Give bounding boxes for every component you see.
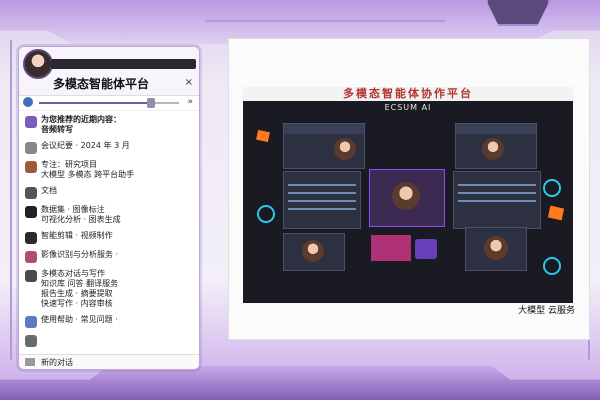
list-item[interactable]: 使用帮助 · 常见问题 · [25,315,193,328]
avatar[interactable] [23,49,53,79]
face-thumbnail [484,236,508,260]
chat-list: 为您推荐的近期内容： 音频转写会议纪要 · 2024 年 3 月专注：研究项目 … [19,111,199,347]
chat-panel: 多模态智能体平台 × » 为您推荐的近期内容： 音频转写会议纪要 · 2024 … [18,46,200,370]
glow-accent [371,235,411,261]
screen-banner-text: 多模态智能体协作平台 [343,87,473,100]
help-icon [25,316,37,328]
list-item[interactable]: 文档 [25,186,193,199]
frame-line-left [10,40,12,360]
glow-accent [256,129,270,143]
glow-accent [547,205,565,221]
list-item-text: 影像识别与分析服务 · [41,250,119,259]
preview-tile [453,171,541,229]
screenshot-preview[interactable]: 多模态智能体协作平台 ECSUM AI [243,87,573,303]
tile-text-line [288,184,356,186]
preview-caption: 大模型 云服务 [518,306,575,316]
slider-row: » [19,96,199,111]
list-item-text: 专注：研究项目 大模型 多模态 跨平台助手 [41,160,135,179]
slider-start-icon [23,97,33,107]
panel-header: 多模态智能体平台 × [19,47,199,96]
face-thumbnail [392,182,420,210]
list-item-text: 数据集 · 图像标注 可视化分析 · 图表生成 [41,205,121,224]
glow-accent [415,239,437,259]
list-item[interactable]: 智能剪辑 · 视频制作 [25,231,193,244]
tile-text-line [288,208,356,210]
tile-text-line [288,200,356,202]
frame-line-top [205,20,445,22]
list-item-text: 使用帮助 · 常见问题 · [41,315,118,324]
panel-title-bar [51,59,196,69]
doc-icon [25,142,37,154]
footer-text[interactable]: 新的对话 [41,357,73,368]
chat-icon [25,270,37,282]
glow-ring [543,257,561,275]
tile-text-line [458,184,536,186]
content-panel: 多模态智能体协作平台 ECSUM AI 大模型 云服务 [228,38,590,340]
list-item-text: 为您推荐的近期内容： 音频转写 [41,115,121,134]
tile-text-line [288,192,356,194]
preview-tile-center [369,169,445,227]
avatar-icon [25,161,37,173]
preview-tile [283,171,361,229]
list-item[interactable] [25,334,193,347]
tile-header [284,124,364,134]
slider-end-icon[interactable]: » [187,97,193,107]
bookmark-icon [25,206,37,218]
panel-title: 多模态智能体平台 [53,77,150,91]
preview-tile [283,233,345,271]
slider-track[interactable] [39,98,179,108]
list-item[interactable]: 会议纪要 · 2024 年 3 月 [25,141,193,154]
panel-footer: 新的对话 [19,354,199,369]
face-thumbnail [302,240,324,262]
chat-bubble-icon [25,116,37,128]
tile-text-line [458,200,536,202]
preview-tile [465,227,527,271]
settings-icon [25,335,37,347]
list-item[interactable]: 多模态对话与写作 知识库 问答 翻译服务 报告生成 · 摘要提取 快速写作 · … [25,269,193,309]
tile-text-line [458,192,536,194]
image-icon [25,232,37,244]
tile-header [456,124,536,134]
list-item[interactable]: 专注：研究项目 大模型 多模态 跨平台助手 [25,160,193,180]
list-item-text: 会议纪要 · 2024 年 3 月 [41,141,130,150]
list-item-text: 多模态对话与写作 知识库 问答 翻译服务 报告生成 · 摘要提取 快速写作 · … [41,269,119,308]
preview-tile [455,123,537,169]
face-thumbnail [334,138,356,160]
photo-icon [25,251,37,263]
preview-tile [283,123,365,169]
list-item[interactable]: 为您推荐的近期内容： 音频转写 [25,115,193,135]
face-thumbnail [482,138,504,160]
slider-fill [39,102,151,104]
screen-subtitle: ECSUM AI [384,103,432,112]
tag-icon [25,187,37,199]
slider-knob[interactable] [147,98,155,108]
list-item-text: 文档 [41,186,57,195]
list-item[interactable]: 数据集 · 图像标注 可视化分析 · 图表生成 [25,205,193,225]
glow-ring [257,205,275,223]
new-chat-icon[interactable] [25,358,35,366]
list-item[interactable]: 影像识别与分析服务 · [25,250,193,263]
glow-ring [543,179,561,197]
close-icon[interactable]: × [185,77,193,88]
list-item-text: 智能剪辑 · 视频制作 [41,231,113,240]
